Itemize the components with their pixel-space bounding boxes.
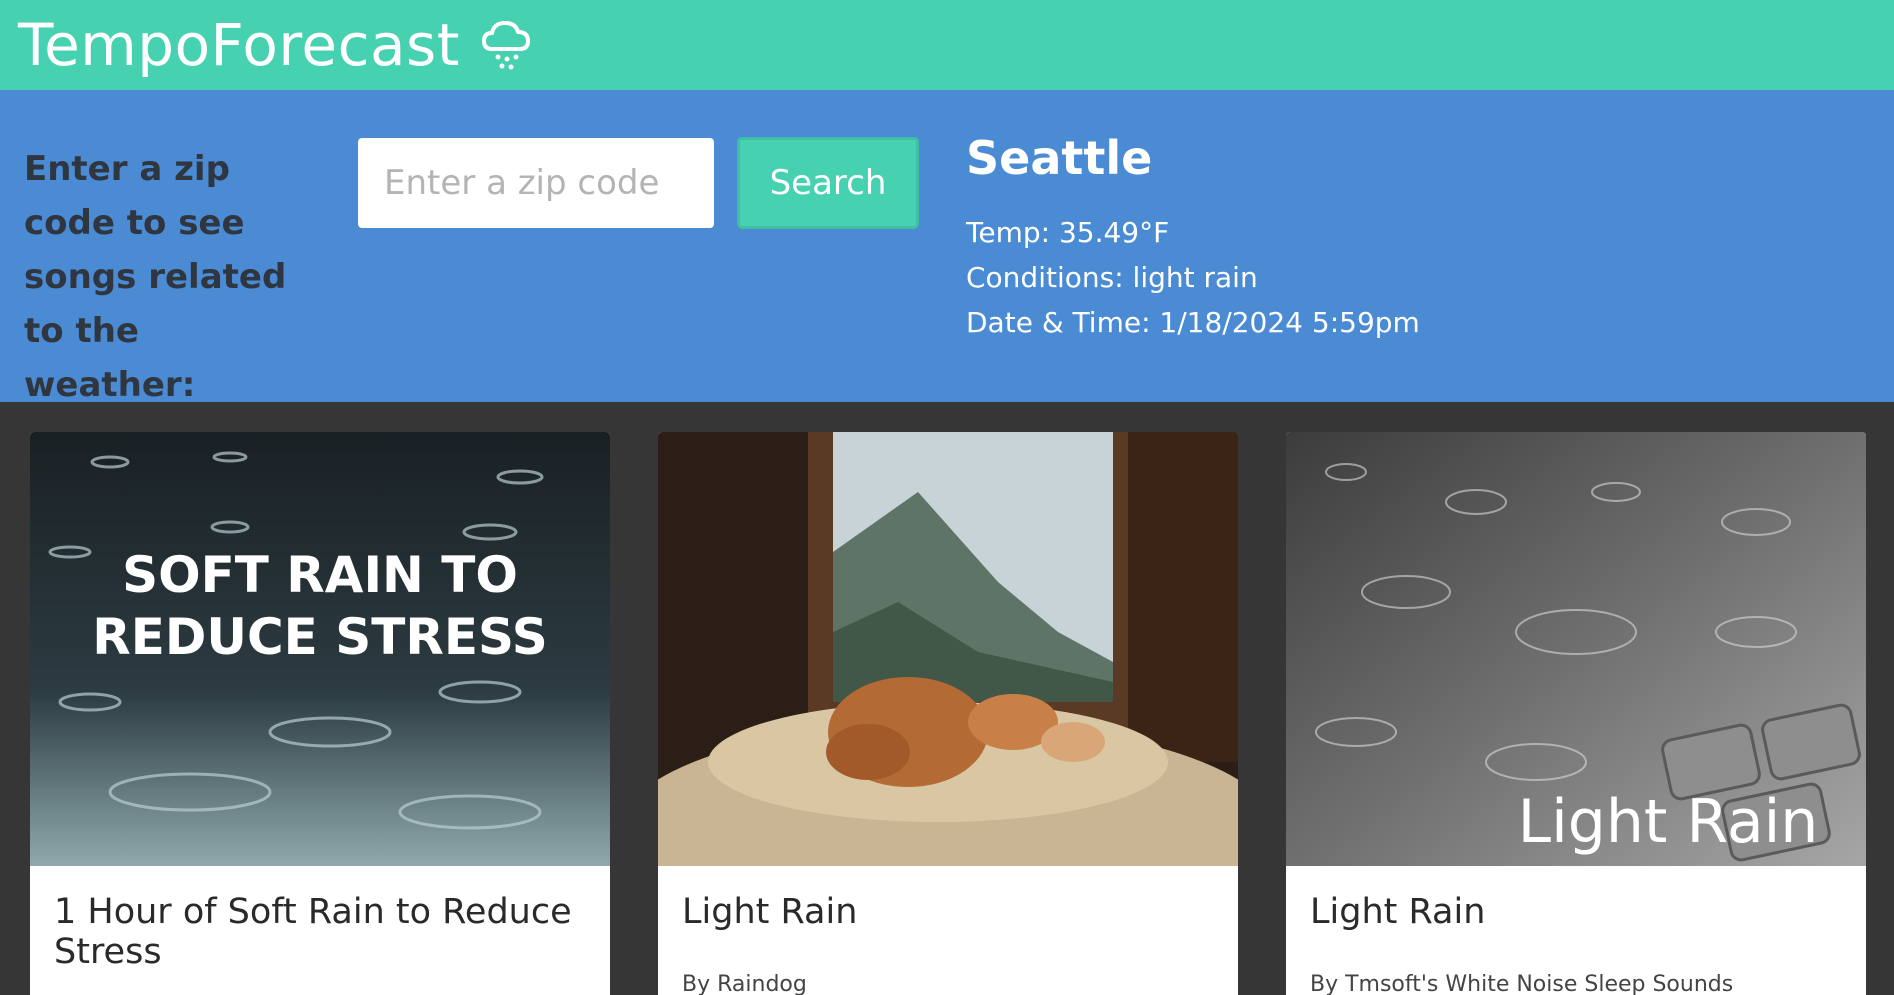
song-artist: By Raindog <box>682 972 807 995</box>
album-art <box>658 432 1238 866</box>
song-card[interactable]: Light Rain By Raindog <box>658 432 1238 995</box>
song-card[interactable]: SOFT RAIN TO REDUCE STRESS 1 Hour of Sof… <box>30 432 610 995</box>
city-name: Seattle <box>966 131 1153 185</box>
conditions: Conditions: light rain <box>966 261 1258 294</box>
song-title: Light Rain <box>1310 892 1486 932</box>
song-title: 1 Hour of Soft Rain to Reduce Stress <box>54 892 572 972</box>
song-card[interactable]: Light Rain Light Rain By Tmsoft's White … <box>1286 432 1866 995</box>
weather-panel: Seattle Temp: 35.49°F Conditions: light … <box>966 128 1420 345</box>
search-button[interactable]: Search <box>737 137 919 229</box>
album-art-text: Light Rain <box>1518 787 1819 857</box>
search-prompt: Enter a zip code to see songs related to… <box>24 149 287 405</box>
album-art: Light Rain <box>1286 432 1866 866</box>
song-title: Light Rain <box>682 892 858 932</box>
rain-cloud-icon <box>481 21 530 70</box>
album-art-text: REDUCE STRESS <box>92 608 548 666</box>
temperature: Temp: 35.49°F <box>966 216 1170 249</box>
song-results: SOFT RAIN TO REDUCE STRESS 1 Hour of Sof… <box>0 402 1894 995</box>
app-title: TempoForecast <box>18 11 460 79</box>
date-time: Date & Time: 1/18/2024 5:59pm <box>966 306 1420 339</box>
search-section: Enter a zip code to see songs related to… <box>0 90 1894 405</box>
song-artist: By Tmsoft's White Noise Sleep Sounds <box>1310 972 1734 995</box>
top-bar: TempoForecast <box>0 0 1894 90</box>
album-art: SOFT RAIN TO REDUCE STRESS <box>30 432 610 866</box>
album-art-text: SOFT RAIN TO <box>122 546 518 604</box>
zip-code-input[interactable] <box>358 138 714 228</box>
